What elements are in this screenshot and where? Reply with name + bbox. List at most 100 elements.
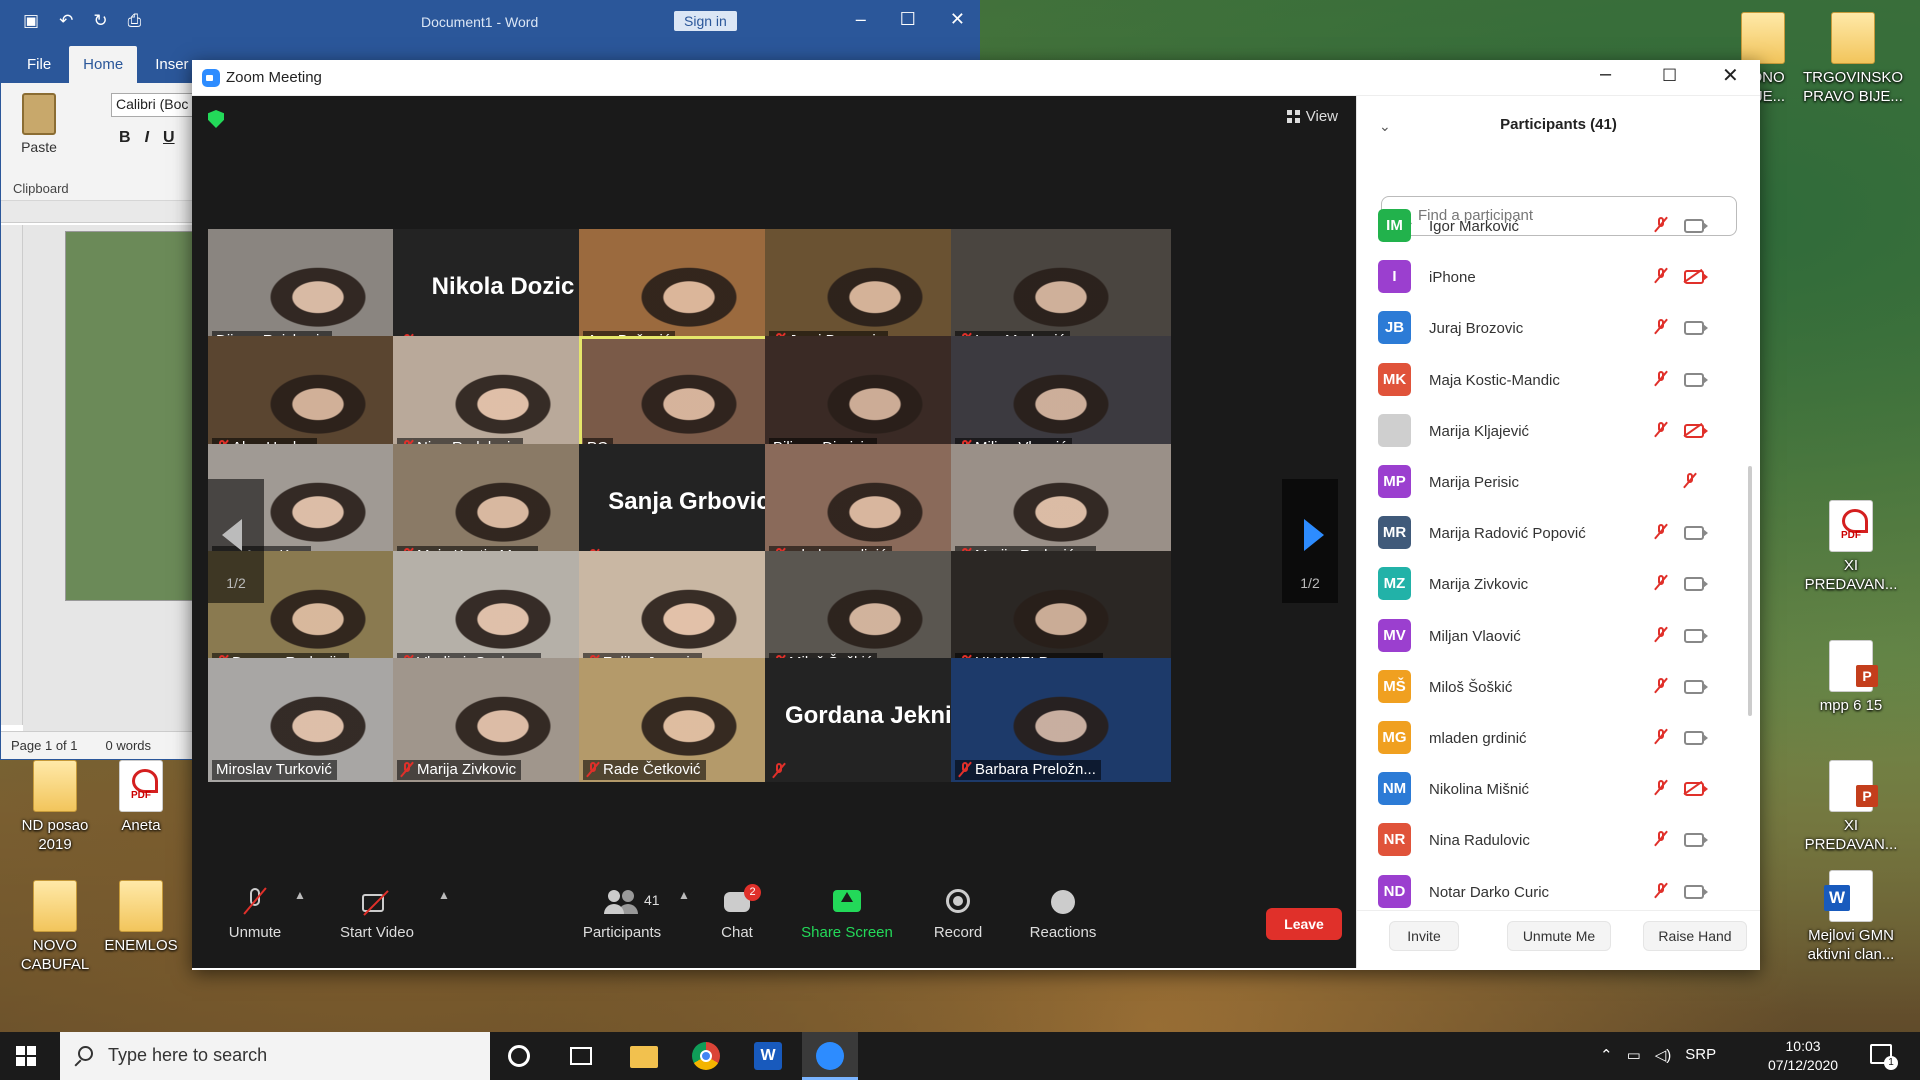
desktop-icon-aneta[interactable]: Aneta — [86, 760, 196, 835]
chrome-icon[interactable] — [692, 1042, 720, 1070]
taskbar-search-input[interactable]: Type here to search — [60, 1032, 490, 1080]
undo-icon[interactable]: ↶ — [59, 11, 73, 31]
mic-muted-icon[interactable] — [1684, 473, 1696, 488]
camera-icon[interactable] — [1684, 321, 1708, 336]
camera-off-icon[interactable] — [1684, 270, 1708, 285]
camera-icon[interactable] — [1684, 628, 1708, 643]
windows-start-icon[interactable] — [16, 1046, 36, 1066]
desktop-icon-xi-predavanje-pdf[interactable]: XI PREDAVAN... — [1796, 500, 1906, 594]
camera-icon[interactable] — [1684, 833, 1708, 848]
participant-row[interactable]: NR Nina Radulovic — [1357, 816, 1747, 867]
chat-button[interactable]: 2 Chat — [707, 884, 767, 941]
participant-row[interactable]: MV Miljan Vlaović — [1357, 612, 1747, 663]
reactions-button[interactable]: Reactions — [1020, 886, 1106, 941]
mic-muted-icon[interactable] — [1655, 421, 1667, 437]
desktop-icon-mejlovi-gmn[interactable]: Mejlovi GMN aktivni clan... — [1796, 870, 1906, 964]
camera-icon[interactable] — [1684, 884, 1708, 899]
paste-button[interactable]: Paste — [19, 93, 59, 155]
record-button[interactable]: Record — [920, 886, 996, 941]
participant-row[interactable]: MZ Marija Zivkovic — [1357, 560, 1747, 611]
mic-muted-icon[interactable] — [1655, 626, 1667, 642]
previous-page-button[interactable]: 1/2 — [208, 479, 264, 603]
next-page-button[interactable]: 1/2 — [1282, 479, 1338, 603]
raise-hand-button[interactable]: Raise Hand — [1643, 921, 1747, 951]
view-button[interactable]: View — [1286, 108, 1338, 125]
participant-row[interactable]: IiPhone — [1357, 253, 1747, 304]
camera-icon[interactable] — [1684, 679, 1708, 694]
participant-row[interactable]: MK Maja Kostic-Mandic — [1357, 356, 1747, 407]
desktop-icon-trgovinsko-pravo[interactable]: TRGOVINSKO PRAVO BIJE... — [1798, 12, 1908, 106]
bold-icon[interactable]: B — [119, 129, 131, 147]
participants-options-caret-icon[interactable]: ▲ — [678, 888, 690, 902]
camera-off-icon[interactable] — [1684, 782, 1708, 797]
participant-row[interactable]: JB Juraj Brozovic — [1357, 304, 1747, 355]
unmute-button[interactable]: Unmute — [220, 886, 290, 941]
participant-row[interactable]: MŠ Miloš Šoškić — [1357, 663, 1747, 714]
minimize-icon[interactable]: – — [1600, 63, 1611, 86]
chevron-up-icon[interactable]: ⌃ — [1600, 1046, 1613, 1064]
network-icon[interactable]: ▭ — [1627, 1046, 1641, 1064]
participant-row[interactable]: MG mladen grdinić — [1357, 714, 1747, 765]
participant-row[interactable]: NM Nikolina Mišnić — [1357, 765, 1747, 816]
camera-icon[interactable] — [1684, 219, 1708, 233]
task-view-icon[interactable] — [570, 1047, 592, 1065]
invite-button[interactable]: Invite — [1389, 921, 1459, 951]
maximize-icon[interactable]: ☐ — [900, 9, 916, 30]
file-explorer-icon[interactable] — [630, 1046, 658, 1068]
close-icon[interactable]: ✕ — [1722, 63, 1739, 88]
minimize-icon[interactable]: – — [856, 9, 866, 30]
video-options-caret-icon[interactable]: ▲ — [438, 888, 450, 902]
participant-list-scrollbar[interactable] — [1748, 466, 1752, 716]
sign-in-button[interactable]: Sign in — [674, 11, 737, 31]
camera-icon[interactable] — [1684, 577, 1708, 592]
participant-row[interactable]: IM Igor Marković — [1357, 202, 1747, 253]
mic-muted-icon[interactable] — [1655, 268, 1667, 283]
video-tile[interactable]: Miljan Vlaović — [951, 336, 1171, 460]
desktop-icon-xi-predavanje-ppt[interactable]: XI PREDAVAN... — [1796, 760, 1906, 854]
video-tile[interactable]: Marija Radović ... — [951, 444, 1171, 568]
mic-muted-icon[interactable] — [1655, 370, 1667, 386]
mic-muted-icon[interactable] — [1655, 217, 1667, 232]
video-tile[interactable]: Barbara Preložn... — [951, 658, 1171, 782]
camera-icon[interactable] — [1684, 526, 1708, 541]
print-preview-icon[interactable]: ⎙ — [128, 11, 142, 31]
tab-file[interactable]: File — [13, 46, 65, 83]
underline-icon[interactable]: U — [163, 129, 175, 147]
camera-icon[interactable] — [1684, 731, 1708, 745]
maximize-icon[interactable]: ☐ — [1662, 66, 1677, 86]
zoom-window[interactable]: Zoom Meeting – ☐ ✕ View Dijana Raickovic… — [192, 60, 1760, 970]
participants-button[interactable]: 41 Participants — [572, 886, 672, 941]
unmute-me-button[interactable]: Unmute Me — [1507, 921, 1611, 951]
mic-muted-icon[interactable] — [1655, 882, 1667, 898]
security-shield-icon[interactable] — [208, 110, 224, 128]
mic-muted-icon[interactable] — [1655, 729, 1667, 744]
redo-icon[interactable]: ↻ — [93, 11, 107, 31]
mic-muted-icon[interactable] — [1655, 524, 1667, 539]
desktop-icon-enemlos[interactable]: ENEMLOS — [86, 880, 196, 955]
mic-muted-icon[interactable] — [1655, 831, 1667, 846]
share-screen-button[interactable]: Share Screen — [792, 886, 902, 941]
input-language[interactable]: SRP — [1685, 1046, 1716, 1064]
video-tile[interactable]: HUAWEI P smar... — [951, 551, 1171, 675]
participant-row[interactable]: Marija Kljajević — [1357, 407, 1747, 458]
participant-row[interactable]: MP Marija Perisic — [1357, 458, 1747, 509]
audio-options-caret-icon[interactable]: ▲ — [294, 888, 306, 902]
zoom-app-icon[interactable] — [816, 1042, 844, 1070]
italic-icon[interactable]: I — [145, 129, 149, 147]
mic-muted-icon[interactable] — [1655, 677, 1667, 693]
start-video-button[interactable]: Start Video — [322, 886, 432, 941]
cortana-icon[interactable] — [508, 1045, 530, 1067]
camera-off-icon[interactable] — [1684, 423, 1708, 438]
action-center-icon[interactable]: 1 — [1870, 1044, 1898, 1070]
save-icon[interactable]: ▣ — [23, 11, 39, 31]
close-icon[interactable]: ✕ — [950, 9, 965, 30]
desktop-icon-mpp[interactable]: mpp 6 15 — [1796, 640, 1906, 715]
camera-icon[interactable] — [1684, 372, 1708, 387]
page-count[interactable]: Page 1 of 1 — [11, 738, 78, 753]
leave-meeting-button[interactable]: Leave — [1266, 908, 1342, 940]
volume-icon[interactable]: ◁) — [1655, 1046, 1672, 1064]
tab-home[interactable]: Home — [69, 46, 138, 83]
taskbar-clock[interactable]: 10:03 07/12/2020 — [1768, 1037, 1838, 1075]
participant-row[interactable]: MR Marija Radović Popović — [1357, 509, 1747, 560]
mic-muted-icon[interactable] — [1655, 575, 1667, 590]
